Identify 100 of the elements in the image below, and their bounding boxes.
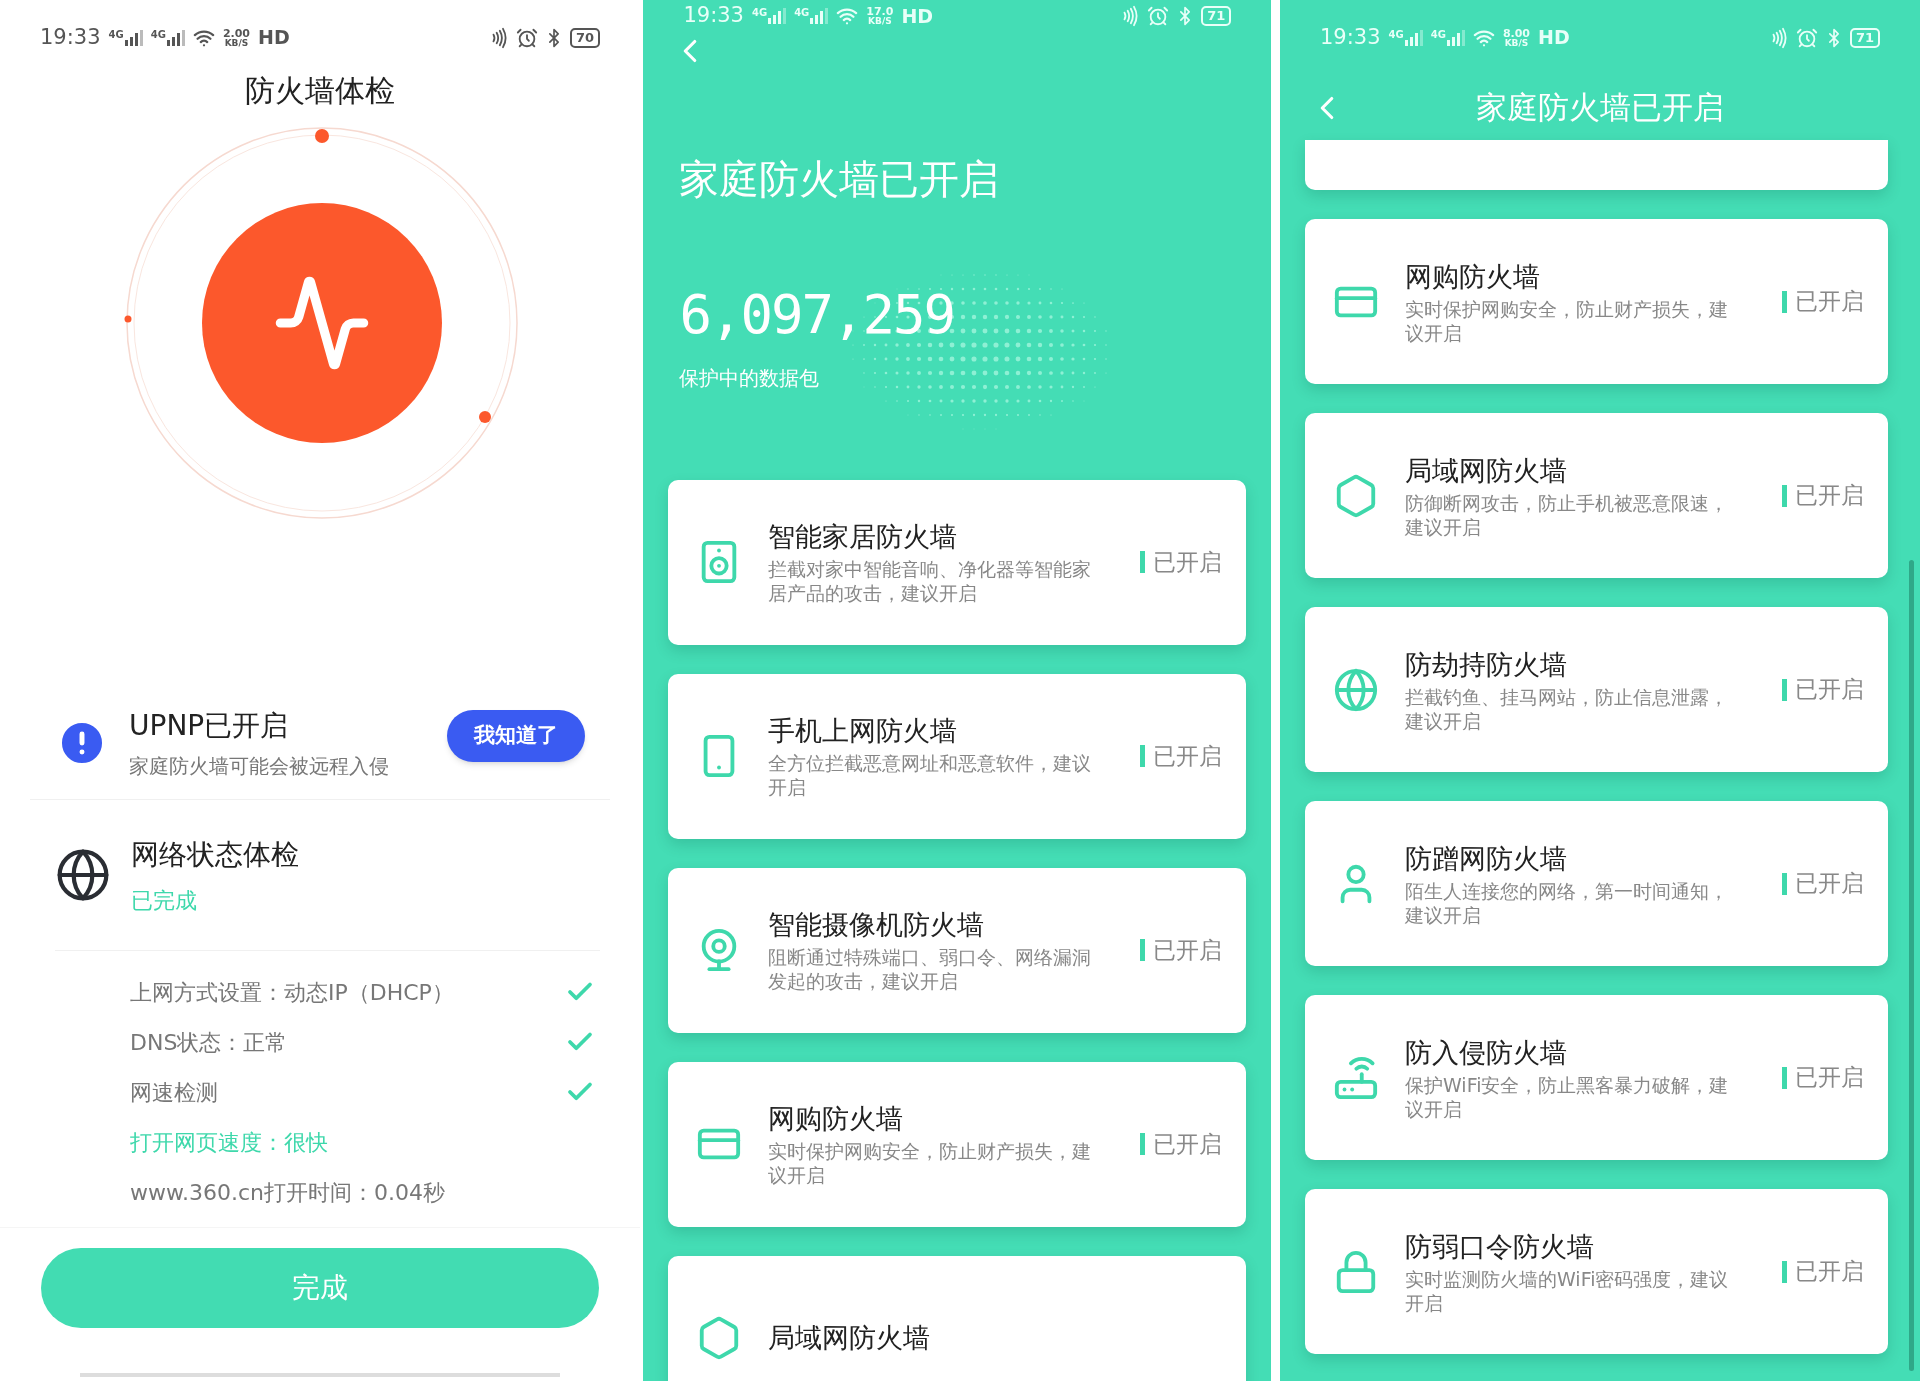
status-label: 已开启 bbox=[1795, 1257, 1864, 1287]
section-title: 网络状态体检 bbox=[131, 836, 299, 873]
card-title: 智能摄像机防火墙 bbox=[768, 908, 986, 942]
status-label: 已开启 bbox=[1795, 869, 1864, 899]
hd-label: HD bbox=[1538, 25, 1570, 51]
screen-title: 家庭防火墙已开启 bbox=[1476, 88, 1724, 128]
card-description: 实时保护网购安全，防止财产损失，建议开启 bbox=[1405, 296, 1729, 345]
card-title: 防入侵防火墙 bbox=[1405, 1035, 1568, 1070]
check-item-text: www.360.cn打开时间：0.04秒 bbox=[130, 1178, 445, 1207]
firewall-card[interactable] bbox=[1305, 140, 1888, 190]
card-title: 网购防火墙 bbox=[768, 1102, 905, 1136]
firewall-card[interactable]: 防入侵防火墙 保护WiFi安全，防止黑客暴力破解，建议开启 已开启 bbox=[1305, 995, 1888, 1160]
hd-label: HD bbox=[258, 25, 290, 51]
globe-icon bbox=[55, 847, 111, 903]
network-type-label: 4G bbox=[150, 29, 166, 40]
card-description: 实时保护网购安全，防止财产损失，建议开启 bbox=[768, 1139, 1093, 1187]
network-type-label: 4G bbox=[1430, 29, 1446, 40]
card-title: 局域网防火墙 bbox=[1405, 453, 1568, 488]
card-description: 拦截对家中智能音响、净化器等智能家居产品的攻击，建议开启 bbox=[768, 557, 1093, 605]
check-item-text: 上网方式设置：动态IP（DHCP） bbox=[130, 978, 454, 1007]
alert-subtitle: 家庭防火墙可能会被远程入侵 bbox=[129, 753, 390, 780]
status-time: 19:33 bbox=[40, 23, 101, 51]
network-speed: 8.00 bbox=[1502, 27, 1530, 39]
status-indicator-bar bbox=[1782, 290, 1787, 313]
firewall-card[interactable]: 智能摄像机防火墙 阻断通过特殊端口、弱口令、网络漏洞发起的攻击，建议开启 已开启 bbox=[668, 867, 1247, 1033]
signal-icon bbox=[810, 7, 829, 24]
acknowledge-button[interactable]: 我知道了 bbox=[447, 710, 585, 762]
alarm-icon bbox=[1147, 4, 1170, 27]
firewall-card[interactable]: 防弱口令防火墙 实时监测防火墙的WiFi密码强度，建议开启 已开启 bbox=[1305, 1189, 1888, 1354]
network-type-label: 4G bbox=[1388, 29, 1404, 40]
status-indicator-bar bbox=[1782, 1066, 1787, 1089]
card-description: 保护WiFi安全，防止黑客暴力破解，建议开启 bbox=[1405, 1072, 1730, 1121]
battery-indicator: 70 bbox=[569, 27, 600, 48]
status-indicator-bar bbox=[1140, 1133, 1146, 1155]
alarm-icon bbox=[515, 26, 538, 49]
check-item-text: 网速检测 bbox=[130, 1078, 218, 1107]
status-indicator-bar bbox=[1782, 484, 1787, 507]
alarm-icon bbox=[1795, 26, 1818, 49]
card-title: 智能家居防火墙 bbox=[768, 520, 959, 554]
packet-counter: 6,097,259 bbox=[679, 284, 956, 345]
firewall-card[interactable]: 局域网防火墙 防御断网攻击，防止手机被恶意限速，建议开启 已开启 bbox=[1305, 413, 1888, 578]
firewall-card[interactable]: 网购防火墙 实时保护网购安全，防止财产损失，建议开启 已开启 bbox=[1305, 219, 1888, 384]
status-indicator-bar bbox=[1140, 939, 1146, 961]
network-type-label: 4G bbox=[794, 7, 810, 18]
status-label: 已开启 bbox=[1153, 547, 1223, 577]
status-label: 已开启 bbox=[1153, 935, 1223, 965]
status-indicator-bar bbox=[1782, 872, 1787, 895]
battery-indicator: 71 bbox=[1201, 5, 1232, 26]
status-indicator-bar bbox=[1140, 745, 1146, 767]
status-indicator-bar bbox=[1782, 678, 1787, 701]
firewall-card[interactable]: 局域网防火墙 bbox=[668, 1255, 1247, 1381]
status-label: 已开启 bbox=[1153, 1129, 1223, 1159]
signal-icon bbox=[1404, 29, 1423, 46]
check-item-text: DNS状态：正常 bbox=[130, 1028, 288, 1057]
globe-icon bbox=[1333, 666, 1379, 713]
card-title: 局域网防火墙 bbox=[768, 1321, 932, 1355]
status-label: 已开启 bbox=[1795, 675, 1864, 705]
signal-icon bbox=[768, 7, 787, 24]
card-title: 防弱口令防火墙 bbox=[1405, 1229, 1595, 1264]
firewall-card[interactable]: 手机上网防火墙 全方位拦截恶意网址和恶意软件，建议开启 已开启 bbox=[668, 673, 1247, 839]
router-icon bbox=[1333, 1054, 1379, 1101]
status-indicator-bar bbox=[1140, 551, 1146, 573]
status-label: 已开启 bbox=[1795, 1063, 1864, 1093]
card-description: 拦截钓鱼、挂马网站，防止信息泄露，建议开启 bbox=[1405, 684, 1729, 733]
firewall-card[interactable]: 防蹭网防火墙 陌生人连接您的网络，第一时间通知，建议开启 已开启 bbox=[1305, 801, 1888, 966]
signal-icon bbox=[124, 29, 143, 46]
packet-label: 保护中的数据包 bbox=[679, 364, 821, 392]
card-title: 手机上网防火墙 bbox=[768, 714, 959, 748]
signal-icon bbox=[166, 29, 185, 46]
hd-label: HD bbox=[901, 3, 934, 29]
network-speed: 2.00 bbox=[222, 27, 250, 39]
network-type-label: 4G bbox=[751, 7, 768, 18]
status-label: 已开启 bbox=[1795, 481, 1864, 511]
status-label: 已开启 bbox=[1153, 741, 1223, 771]
status-indicator-bar bbox=[1782, 1260, 1787, 1283]
screen-title: 防火墙体检 bbox=[244, 72, 396, 110]
card-title: 防蹭网防火墙 bbox=[1405, 841, 1568, 876]
card-description: 陌生人连接您的网络，第一时间通知，建议开启 bbox=[1405, 878, 1729, 927]
card-description: 阻断通过特殊端口、弱口令、网络漏洞发起的攻击，建议开启 bbox=[768, 945, 1093, 993]
speed-unit: KB/S bbox=[224, 38, 249, 48]
status-time: 19:33 bbox=[683, 2, 744, 29]
network-type-label: 4G bbox=[108, 29, 124, 40]
firewall-card[interactable]: 智能家居防火墙 拦截对家中智能音响、净化器等智能家居产品的攻击，建议开启 已开启 bbox=[668, 479, 1247, 645]
card-title: 网购防火墙 bbox=[1405, 259, 1541, 294]
firewall-card[interactable]: 防劫持防火墙 拦截钓鱼、挂马网站，防止信息泄露，建议开启 已开启 bbox=[1305, 607, 1888, 772]
battery-indicator: 71 bbox=[1849, 27, 1880, 48]
check-item-text: 打开网页速度：很快 bbox=[130, 1128, 328, 1157]
screen-title: 家庭防火墙已开启 bbox=[678, 154, 1001, 204]
card-description: 全方位拦截恶意网址和恶意软件，建议开启 bbox=[768, 751, 1093, 799]
network-speed: 17.0 bbox=[866, 5, 894, 17]
card-description: 防御断网攻击，防止手机被恶意限速，建议开启 bbox=[1405, 490, 1729, 539]
speed-unit: KB/S bbox=[868, 16, 892, 26]
signal-icon bbox=[1446, 29, 1465, 46]
card-title: 防劫持防火墙 bbox=[1405, 647, 1568, 682]
firewall-card[interactable]: 网购防火墙 实时保护网购安全，防止财产损失，建议开启 已开启 bbox=[668, 1061, 1247, 1227]
speed-unit: KB/S bbox=[1504, 38, 1529, 48]
section-status: 已完成 bbox=[131, 886, 198, 915]
status-time: 19:33 bbox=[1320, 23, 1381, 51]
status-label: 已开启 bbox=[1795, 287, 1864, 317]
alert-title: UPNP已开启 bbox=[129, 708, 290, 744]
